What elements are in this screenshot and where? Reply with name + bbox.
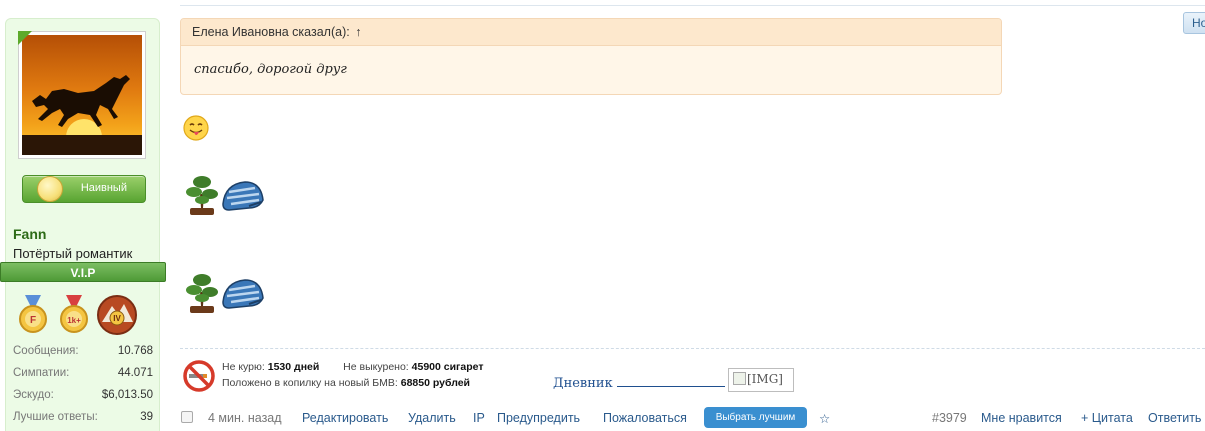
diary-label: Дневник [553, 376, 613, 391]
stat-label: Эскудо: [13, 389, 54, 401]
bike-helmet-icon [222, 181, 265, 211]
top-right-button[interactable]: Но [1183, 12, 1205, 34]
stat-row: Симпатии: 44.071 [13, 362, 153, 384]
quote-author: Елена Ивановна сказал(а): [192, 25, 350, 39]
edit-link[interactable]: Редактировать [302, 411, 388, 425]
mood-button[interactable]: Наивный [22, 175, 146, 203]
stat-value: $6,013.50 [101, 389, 153, 401]
broken-image-icon [733, 372, 746, 385]
stat-row: Эскудо: $6,013.50 [13, 384, 153, 406]
not-smoked-label: Не выкурено: [343, 361, 409, 373]
medal-1k-icon: 1k+ [60, 295, 88, 333]
quote-header: Елена Ивановна сказал(а): ↑ [181, 19, 1001, 46]
stat-label: Сообщения: [13, 345, 79, 357]
saved-value: 68850 рублей [400, 377, 471, 389]
signature-divider [180, 348, 1205, 349]
smiley-row [182, 270, 265, 319]
stat-row: Лучшие ответы: 39 [13, 406, 153, 428]
signature: Не курю: 1530 дней Не выкурено: 45900 си… [180, 355, 550, 395]
post-number[interactable]: #3979 [932, 411, 967, 425]
not-smoking-label: Не курю: [222, 361, 265, 373]
stat-value: 39 [140, 411, 153, 423]
post-actions: 4 мин. назад Редактировать Удалить IP Пр… [180, 405, 1205, 431]
mood-label: Наивный [80, 182, 127, 194]
delete-link[interactable]: Удалить [408, 411, 456, 425]
like-link[interactable]: Мне нравится [981, 411, 1062, 425]
stat-value: 10.768 [117, 345, 153, 357]
diary-link[interactable]: Дневник [553, 376, 725, 391]
bonsai-icon [186, 176, 218, 215]
bike-helmet-icon [222, 279, 265, 309]
select-post-checkbox[interactable] [181, 411, 193, 423]
smile-icon [37, 176, 63, 202]
no-smoking-icon [183, 360, 215, 392]
ip-link[interactable]: IP [473, 411, 485, 425]
broken-image: [IMG] [728, 368, 794, 392]
medal-f-icon: F [19, 295, 47, 333]
top-divider [180, 5, 1205, 6]
stat-row: Сообщения: 10.768 [13, 340, 153, 362]
smiley-row [182, 172, 265, 221]
quote-text: спасибо, дорогой друг [194, 62, 347, 77]
avatar-image [22, 35, 142, 155]
svg-text:F: F [30, 315, 36, 326]
warn-link[interactable]: Предупредить [497, 411, 580, 425]
online-indicator [18, 31, 32, 45]
saved-label: Положено в копилку на новый БМВ: [222, 377, 398, 389]
stat-label: Лучшие ответы: [13, 411, 98, 423]
post-time[interactable]: 4 мин. назад [208, 411, 282, 425]
quote-block: Елена Ивановна сказал(а): ↑ спасибо, дор… [180, 18, 1002, 95]
svg-text:1k+: 1k+ [67, 316, 81, 325]
best-answer-button[interactable]: Выбрать лучшим [704, 407, 807, 428]
username[interactable]: Fann [13, 226, 46, 242]
medal-iv-icon: IV [97, 295, 137, 335]
user-title: Потёртый романтик [13, 246, 133, 261]
stat-value: 44.071 [117, 367, 153, 379]
not-smoked-value: 45900 сигарет [411, 361, 484, 373]
diary-underline [616, 376, 725, 387]
tongue-smiley-icon [183, 115, 209, 141]
user-panel: Наивный Fann Потёртый романтик V.I.P F 1… [0, 18, 166, 431]
reply-link[interactable]: Ответить [1148, 411, 1201, 425]
quote-jump-arrow-icon[interactable]: ↑ [355, 25, 361, 39]
stat-label: Симпатии: [13, 367, 70, 379]
smoke-counter: Не курю: 1530 дней Не выкурено: 45900 си… [222, 359, 484, 391]
star-icon[interactable]: ☆ [819, 411, 830, 426]
vip-badge: V.I.P [0, 262, 166, 282]
quote-link[interactable]: + Цитата [1081, 411, 1133, 425]
broken-image-alt: [IMG] [747, 372, 783, 386]
bonsai-icon [186, 274, 218, 313]
not-smoking-value: 1530 дней [267, 361, 320, 373]
report-link[interactable]: Пожаловаться [603, 411, 687, 425]
user-stats: Сообщения: 10.768 Симпатии: 44.071 Эскуд… [13, 340, 153, 428]
avatar[interactable] [18, 31, 146, 159]
svg-text:IV: IV [113, 314, 121, 323]
